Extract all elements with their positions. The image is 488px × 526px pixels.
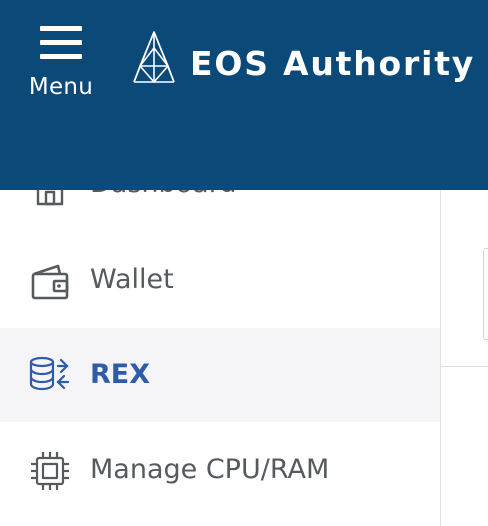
menu-button[interactable]: Menu bbox=[24, 22, 98, 102]
divider bbox=[441, 366, 488, 367]
eos-logo-icon bbox=[133, 31, 175, 83]
cpu-chip-icon bbox=[31, 452, 69, 490]
content-card-edge bbox=[483, 248, 488, 340]
rex-coins-icon bbox=[29, 356, 70, 391]
sidebar-item-label: Manage CPU/RAM bbox=[90, 454, 330, 485]
sidebar-item-wallet[interactable]: Wallet bbox=[0, 234, 440, 328]
main-content-edge bbox=[441, 190, 488, 526]
top-header: Menu EOS Authority bbox=[0, 0, 488, 190]
sidebar-item-rex[interactable]: REX bbox=[0, 328, 440, 422]
hamburger-icon bbox=[40, 26, 82, 60]
wallet-icon bbox=[31, 264, 69, 300]
page: Menu EOS Authority Wallet REX Manage CPU… bbox=[0, 0, 488, 526]
brand-name: EOS Authority bbox=[190, 44, 476, 83]
sidebar-nav: Dashboard Wallet bbox=[0, 140, 441, 526]
sidebar-item-label: Wallet bbox=[90, 264, 174, 295]
brand-logo-link[interactable]: EOS Authority bbox=[128, 30, 478, 90]
sidebar-item-label: REX bbox=[90, 359, 151, 390]
sidebar-item-manage-cpu-ram[interactable]: Manage CPU/RAM bbox=[0, 422, 440, 516]
menu-label: Menu bbox=[28, 74, 94, 100]
